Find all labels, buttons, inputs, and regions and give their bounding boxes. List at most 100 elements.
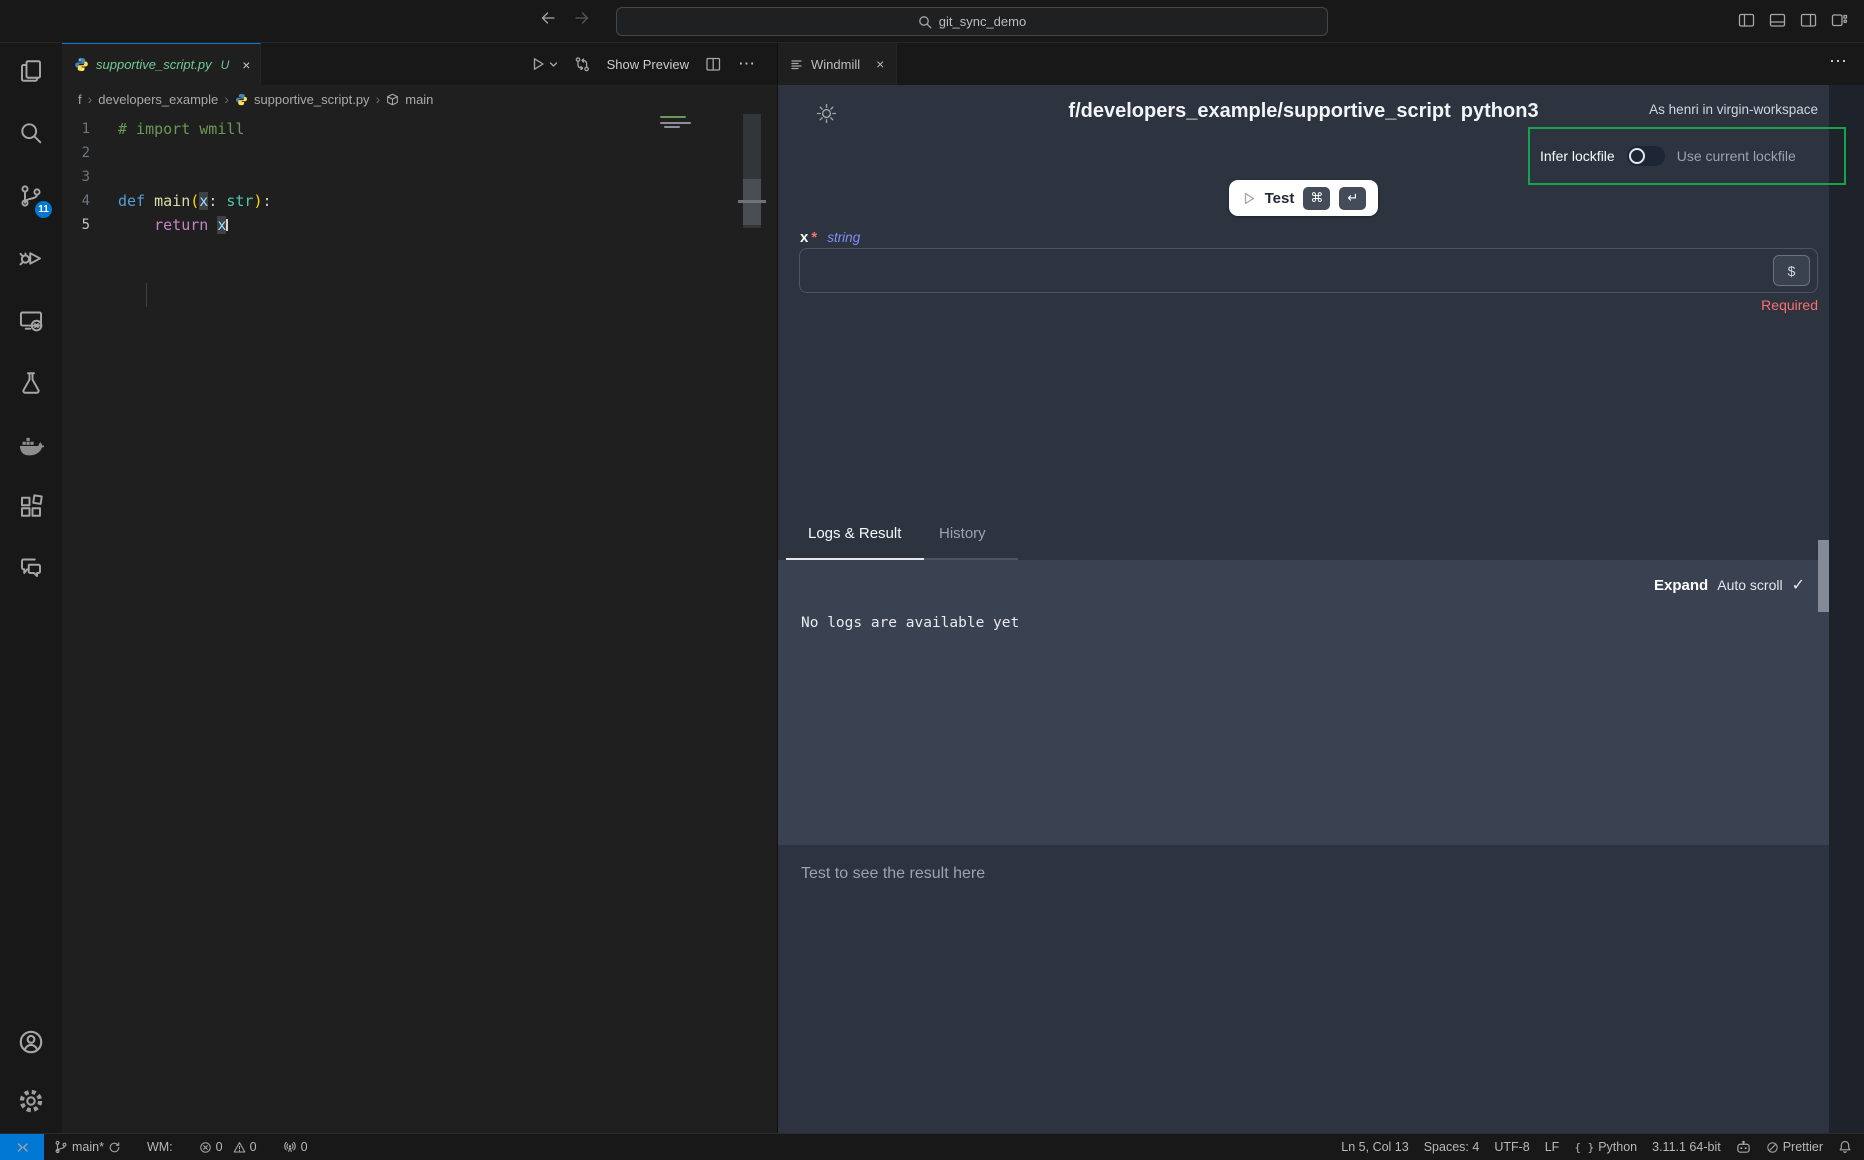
result-tabs: Logs & Result History [786, 525, 1018, 560]
customize-layout-icon[interactable] [1831, 12, 1848, 29]
language-mode[interactable]: { } Python [1574, 1140, 1637, 1154]
windmill-tab[interactable]: Windmill × [778, 43, 897, 85]
show-preview-button[interactable]: Show Preview [607, 57, 689, 72]
tab-history[interactable]: History [924, 525, 1018, 560]
notifications-bell-icon[interactable] [1838, 1140, 1852, 1154]
indentation[interactable]: Spaces: 4 [1424, 1140, 1480, 1154]
cmd-key-badge: ⌘ [1303, 187, 1330, 210]
argument-type: string [827, 230, 860, 245]
ports-status[interactable]: 0 [283, 1140, 308, 1154]
language-mode-icon: { } [1574, 1141, 1594, 1154]
editor-tab-supportive-script[interactable]: supportive_script.py U × [62, 43, 261, 85]
close-icon[interactable]: × [242, 57, 250, 73]
lockfile-option-box: Infer lockfile Use current lockfile [1528, 127, 1846, 185]
status-bar: main* WM: 0 0 0 Ln 5, Col 13 Spaces: 4 U… [0, 1133, 1864, 1160]
editor-group: supportive_script.py U × Show Preview ⋯ … [62, 43, 777, 1133]
comments-icon[interactable] [0, 543, 62, 591]
panel-tab-bar: Windmill × ⋯ [778, 43, 1864, 85]
toggle-knob [1629, 148, 1645, 164]
tab-label: supportive_script.py [96, 57, 212, 72]
breadcrumb-file[interactable]: supportive_script.py [254, 92, 370, 107]
editor-tab-bar: supportive_script.py U × Show Preview ⋯ [62, 43, 777, 85]
check-icon: ✓ [1792, 575, 1805, 595]
code-token: def [118, 192, 154, 210]
code-line[interactable]: 5 return x [62, 213, 777, 237]
indent-guide [146, 283, 147, 307]
testing-beaker-icon[interactable] [0, 359, 62, 407]
use-current-lockfile-label: Use current lockfile [1677, 148, 1796, 164]
search-icon [918, 15, 932, 29]
close-icon[interactable]: × [876, 56, 884, 72]
activity-bar: 11 [0, 43, 62, 1133]
toggle-secondary-sidebar-icon[interactable] [1800, 12, 1817, 29]
encoding[interactable]: UTF-8 [1494, 1140, 1529, 1154]
lockfile-toggle[interactable] [1627, 146, 1665, 166]
breadcrumb-symbol[interactable]: main [405, 92, 433, 107]
run-debug-icon[interactable] [0, 234, 62, 282]
code-token: str [226, 192, 253, 210]
eol-sequence[interactable]: LF [1545, 1140, 1560, 1154]
title-bar: git_sync_demo [0, 0, 1864, 43]
minimap[interactable] [660, 113, 700, 173]
more-actions-icon[interactable]: ⋯ [1829, 51, 1849, 72]
code-editor[interactable]: 1# import wmill234def main(x: str):5 ret… [62, 113, 777, 1133]
toggle-primary-sidebar-icon[interactable] [1738, 12, 1755, 29]
code-token: x [217, 216, 226, 234]
line-number: 2 [62, 141, 118, 165]
code-line[interactable]: 4def main(x: str): [62, 189, 777, 213]
forward-arrow-icon[interactable] [574, 10, 590, 26]
toggle-panel-icon[interactable] [1769, 12, 1786, 29]
broadcast-icon [283, 1140, 297, 1154]
search-value: git_sync_demo [939, 14, 1026, 29]
windmill-webview: f/developers_example/supportive_scriptpy… [778, 85, 1864, 1133]
remote-indicator[interactable] [0, 1134, 44, 1160]
enter-key-badge: ↵ [1339, 187, 1366, 210]
expand-button[interactable]: Expand [1654, 577, 1708, 594]
line-number: 4 [62, 189, 118, 213]
more-actions-icon[interactable]: ⋯ [738, 54, 755, 74]
code-token: ) [253, 192, 262, 210]
tab-logs-result[interactable]: Logs & Result [786, 525, 924, 560]
problems-status[interactable]: 0 0 [199, 1140, 257, 1154]
windmill-list-icon [790, 58, 803, 71]
breadcrumb-folder[interactable]: f [78, 92, 82, 107]
dollar-variable-button[interactable]: $ [1773, 255, 1810, 286]
compare-changes-icon[interactable] [574, 56, 591, 73]
sync-icon [108, 1141, 121, 1154]
argument-input[interactable]: $ [799, 248, 1818, 293]
code-token: : [208, 192, 226, 210]
command-center-search[interactable]: git_sync_demo [616, 7, 1328, 36]
line-number: 3 [62, 165, 118, 189]
required-error: Required [1761, 297, 1818, 313]
copilot-icon[interactable] [1736, 1140, 1751, 1155]
result-placeholder: Test to see the result here [801, 865, 985, 883]
remote-explorer-icon[interactable] [0, 296, 62, 344]
explorer-icon[interactable] [0, 47, 62, 95]
source-control-icon[interactable]: 11 [0, 172, 62, 220]
split-editor-icon[interactable] [705, 56, 722, 73]
test-button[interactable]: Test ⌘ ↵ [1229, 180, 1379, 216]
prettier-status[interactable]: Prettier [1766, 1140, 1823, 1154]
python-interpreter[interactable]: 3.11.1 64-bit [1652, 1140, 1721, 1154]
windmill-group: Windmill × ⋯ f/developers_example/suppor… [777, 43, 1864, 1133]
docker-icon[interactable] [0, 421, 62, 469]
git-branch-status[interactable]: main* [54, 1140, 121, 1154]
code-token [118, 216, 154, 234]
python-file-icon [74, 57, 89, 72]
windmill-status[interactable]: WM: [147, 1140, 173, 1154]
extensions-icon[interactable] [0, 482, 62, 530]
back-arrow-icon[interactable] [540, 10, 556, 26]
code-token: x [199, 192, 208, 210]
code-token [208, 216, 217, 234]
autoscroll-label[interactable]: Auto scroll [1717, 577, 1782, 593]
cursor-position[interactable]: Ln 5, Col 13 [1341, 1140, 1408, 1154]
search-view-icon[interactable] [0, 109, 62, 157]
breadcrumb-folder[interactable]: developers_example [98, 92, 218, 107]
code-token: main [154, 192, 190, 210]
overview-cursor-marker [738, 200, 766, 203]
account-icon[interactable] [0, 1018, 62, 1066]
run-python-file-button[interactable] [530, 56, 558, 72]
settings-gear-icon[interactable] [0, 1077, 62, 1125]
panel-scrollbar-thumb[interactable] [1818, 540, 1829, 612]
line-number: 1 [62, 117, 118, 141]
